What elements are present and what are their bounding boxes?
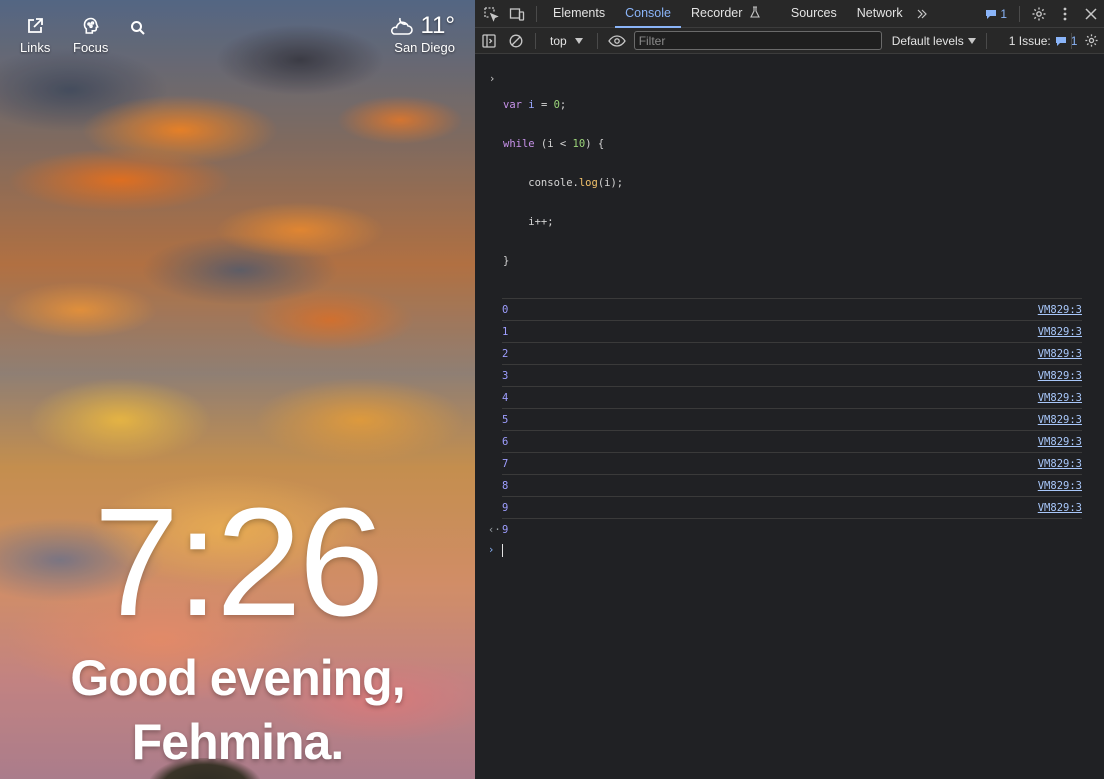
devtools-panel: Elements Console Recorder Sources Networ… (475, 0, 1104, 779)
close-icon[interactable] (1078, 0, 1104, 27)
result-row: ‹· 9 (488, 518, 1082, 540)
search-icon (131, 21, 145, 35)
links-button[interactable]: Links (20, 16, 50, 55)
log-value: 0 (502, 303, 509, 316)
console-input-entry: › var i = 0; while (i < 10) { console.lo… (475, 54, 1104, 298)
devtools-tab-bar: Elements Console Recorder Sources Networ… (475, 0, 1104, 28)
log-row: 8 VM829:3 (502, 474, 1082, 496)
code-line: while (i < 10) { (503, 138, 605, 150)
message-icon (986, 9, 997, 19)
divider (1019, 5, 1020, 22)
code-line: var i = 0; (503, 99, 567, 111)
log-value: 1 (502, 325, 509, 338)
log-row: 2 VM829:3 (502, 342, 1082, 364)
log-levels-dropdown[interactable]: Default levels (892, 34, 976, 48)
context-value: top (550, 33, 567, 48)
log-row: 4 VM829:3 (502, 386, 1082, 408)
log-value: 8 (502, 479, 509, 492)
log-value: 7 (502, 457, 509, 470)
flask-icon (750, 6, 760, 18)
issues-label: 1 Issue: (1008, 33, 1051, 48)
tab-recorder[interactable]: Recorder (681, 0, 771, 27)
clock-time: 7:26 (93, 476, 385, 648)
divider (536, 5, 537, 22)
weather-widget[interactable]: 11° San Diego (388, 12, 455, 55)
console-output[interactable]: › var i = 0; while (i < 10) { console.lo… (475, 54, 1104, 560)
log-row: 0 VM829:3 (502, 298, 1082, 320)
tab-network[interactable]: Network (847, 0, 913, 27)
dropdown-arrow-icon (967, 37, 976, 44)
inspect-element-icon[interactable] (478, 0, 504, 27)
log-row: 9 VM829:3 (502, 496, 1082, 518)
more-tabs-chevron-icon[interactable] (913, 0, 931, 27)
log-value: 4 (502, 391, 509, 404)
console-prompt-input[interactable]: › (488, 540, 1104, 560)
divider (535, 32, 536, 49)
source-link[interactable]: VM829:3 (1038, 502, 1082, 514)
source-link[interactable]: VM829:3 (1038, 414, 1082, 426)
device-toolbar-icon[interactable] (504, 0, 530, 27)
log-row: 6 VM829:3 (502, 430, 1082, 452)
greeting-name: Fehmina. (131, 714, 344, 770)
source-link[interactable]: VM829:3 (1038, 348, 1082, 360)
log-row: 3 VM829:3 (502, 364, 1082, 386)
source-link[interactable]: VM829:3 (1038, 458, 1082, 470)
log-list: 0 VM829:3 1 VM829:3 2 VM829:3 3 VM829:3 4 VM829:3… (475, 298, 1104, 518)
prompt-chevron-icon: › (489, 73, 496, 85)
log-row: 7 VM829:3 (502, 452, 1082, 474)
log-value: 5 (502, 413, 509, 426)
prompt-chevron-icon: › (488, 544, 495, 556)
clear-console-icon[interactable] (503, 27, 529, 54)
source-link[interactable]: VM829:3 (1038, 480, 1082, 492)
tab-sources[interactable]: Sources (781, 0, 847, 27)
console-toolbar: top Default levels 1 Issue: 1 (475, 28, 1104, 54)
weather-city: San Diego (394, 40, 455, 55)
tab-console[interactable]: Console (615, 0, 681, 28)
search-button[interactable] (130, 20, 146, 40)
log-value: 6 (502, 435, 509, 448)
greeting-line-1: Good evening, (70, 650, 405, 706)
text-caret (502, 543, 503, 557)
dropdown-arrow-icon (574, 37, 583, 44)
cloud-moon-icon (391, 17, 414, 35)
log-row: 1 VM829:3 (502, 320, 1082, 342)
external-link-icon (28, 18, 44, 33)
log-row: 5 VM829:3 (502, 408, 1082, 430)
brain-head-icon (83, 17, 99, 34)
live-expression-eye-icon[interactable] (604, 27, 630, 54)
greeting: Good evening, Fehmina. (0, 646, 475, 774)
tab-recorder-label: Recorder (690, 6, 743, 20)
issues-badge[interactable]: 1 (979, 7, 1013, 21)
show-sidebar-icon[interactable] (475, 27, 503, 54)
code-line: console.log(i); (503, 177, 624, 189)
filter-input[interactable] (633, 31, 882, 50)
tab-elements[interactable]: Elements (543, 0, 615, 27)
settings-gear-icon[interactable] (1026, 0, 1052, 27)
links-label: Links (20, 40, 51, 55)
result-arrow-icon: ‹· (488, 523, 501, 536)
divider (985, 32, 987, 49)
log-levels-label: Default levels (891, 33, 964, 48)
source-link[interactable]: VM829:3 (1038, 436, 1082, 448)
issues-badge-count: 1 (1000, 6, 1007, 21)
context-selector[interactable]: top (542, 34, 591, 48)
focus-button[interactable]: Focus (73, 16, 108, 55)
divider (1071, 32, 1072, 49)
log-value: 9 (502, 501, 509, 514)
log-value: 3 (502, 369, 509, 382)
code-line: i++; (503, 216, 554, 228)
code-line: } (503, 255, 510, 267)
console-settings-gear-icon[interactable] (1078, 27, 1104, 54)
divider (596, 32, 598, 49)
source-link[interactable]: VM829:3 (1038, 392, 1082, 404)
source-link[interactable]: VM829:3 (1038, 326, 1082, 338)
result-value: 9 (502, 523, 509, 536)
source-link[interactable]: VM829:3 (1038, 370, 1082, 382)
more-options-kebab-icon[interactable] (1052, 0, 1078, 27)
focus-label: Focus (73, 40, 109, 55)
new-tab-dashboard: Links Focus 11° San Diego 7:26 Good even… (0, 0, 475, 779)
log-value: 2 (502, 347, 509, 360)
temperature: 11° (420, 12, 455, 39)
source-link[interactable]: VM829:3 (1038, 304, 1082, 316)
